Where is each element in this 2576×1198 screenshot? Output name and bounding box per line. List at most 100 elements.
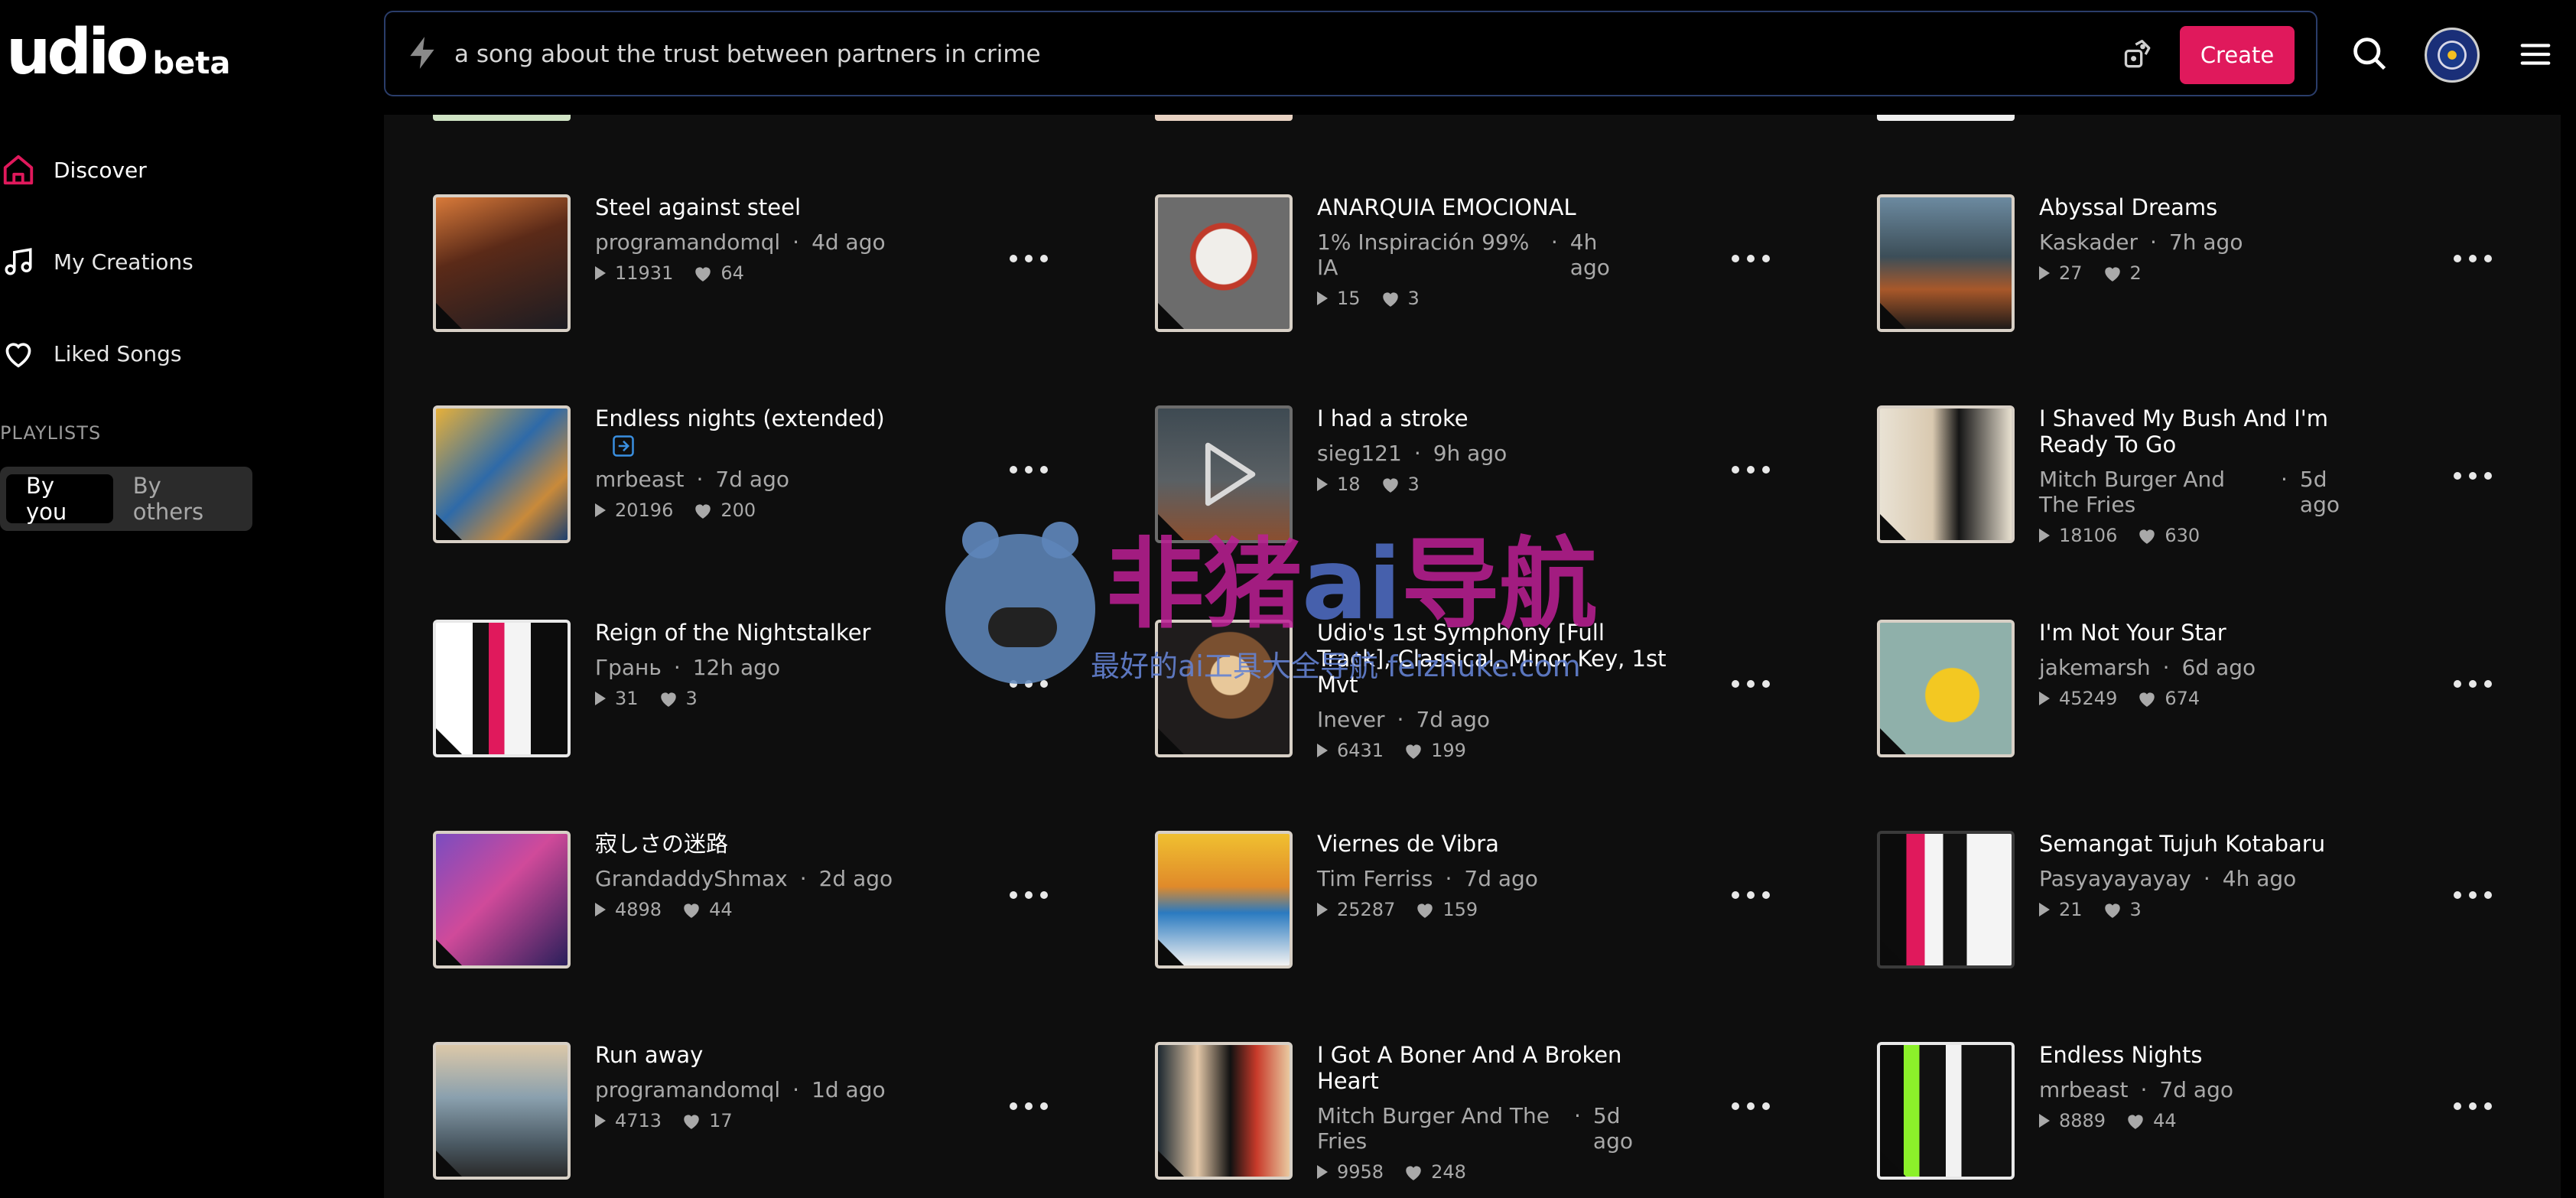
cover-art[interactable] [1877, 620, 2015, 757]
play-icon [1317, 744, 1328, 757]
more-options-button[interactable] [1010, 887, 1048, 903]
artist-name[interactable]: mrbeast [2039, 1077, 2129, 1102]
artist-name[interactable]: Tim Ferriss [1317, 866, 1433, 891]
cover-art[interactable] [433, 831, 571, 968]
by-you-button[interactable]: By you [6, 473, 113, 525]
song-title[interactable]: Endless nights (extended) [595, 405, 885, 431]
more-options-button[interactable] [1732, 462, 1770, 477]
song-title[interactable]: I Shaved My Bush And I'm Ready To Go [2039, 405, 2376, 457]
more-options-button[interactable] [2454, 1099, 2492, 1114]
cover-art[interactable] [433, 194, 571, 332]
sidebar-item-my-creations[interactable]: My Creations [0, 239, 194, 285]
more-options-button[interactable] [2454, 676, 2492, 692]
artist-name[interactable]: programandomql [595, 1077, 780, 1102]
song-card[interactable]: Endless nights (extended) mrbeast · 7d ago… [384, 405, 1088, 551]
cover-art[interactable] [433, 405, 571, 543]
song-card[interactable]: I had a stroke sieg121 · 9h ago 18 3 [1106, 405, 1810, 551]
more-options-button[interactable] [1010, 251, 1048, 266]
search-icon[interactable] [2350, 34, 2392, 77]
cover-art[interactable] [1155, 1042, 1293, 1180]
song-card[interactable]: I'm Not Your Star jakemarsh · 6d ago 45249… [1828, 620, 2532, 765]
song-age: 5d ago [2299, 467, 2340, 517]
extended-track-icon[interactable] [612, 435, 635, 457]
artist-name[interactable]: GrandaddyShmax [595, 866, 788, 891]
heart-icon [695, 267, 711, 282]
heart-icon [2139, 692, 2155, 707]
more-options-button[interactable] [1010, 1099, 1048, 1114]
song-card[interactable]: Run away programandomql · 1d ago 4713 17 [384, 1042, 1088, 1187]
artist-name[interactable]: mrbeast [595, 467, 685, 492]
artist-name[interactable]: Inever [1317, 707, 1385, 732]
song-card[interactable]: Semangat Tujuh Kotabaru Pasyayayayay · 4h … [1828, 831, 2532, 976]
song-card[interactable]: Udio's 1st Symphony [Full Track], Classi… [1106, 620, 1810, 765]
home-icon [0, 151, 37, 188]
song-card[interactable]: I Shaved My Bush And I'm Ready To Go Mit… [1828, 405, 2532, 551]
song-title[interactable]: Reign of the Nightstalker [595, 620, 916, 646]
prompt-box: Create [384, 11, 2317, 96]
more-options-button[interactable] [1010, 462, 1048, 477]
song-title[interactable]: ANARQUIA EMOCIONAL [1317, 194, 1638, 220]
song-title[interactable]: Run away [595, 1042, 916, 1068]
song-title[interactable]: I Got A Boner And A Broken Heart [1317, 1042, 1677, 1094]
song-title[interactable]: I had a stroke [1317, 405, 1638, 431]
song-title[interactable]: I'm Not Your Star [2039, 620, 2360, 646]
cover-art[interactable] [1877, 194, 2015, 332]
sidebar-item-liked-songs[interactable]: Liked Songs [0, 330, 182, 376]
cover-art[interactable] [1877, 831, 2015, 968]
song-title[interactable]: Steel against steel [595, 194, 916, 220]
song-title[interactable]: Abyssal Dreams [2039, 194, 2360, 220]
cover-art[interactable] [1155, 620, 1293, 757]
artist-name[interactable]: jakemarsh [2039, 655, 2151, 680]
sidebar-item-discover[interactable]: Discover [0, 147, 147, 193]
cover-art[interactable] [433, 620, 571, 757]
artist-name[interactable]: Mitch Burger And The Fries [1317, 1103, 1562, 1154]
cover-art[interactable] [1877, 1042, 2015, 1180]
song-card[interactable]: Abyssal Dreams Kaskader · 7h ago 27 2 [1828, 194, 2532, 340]
song-title[interactable]: Semangat Tujuh Kotabaru [2039, 831, 2360, 857]
song-title[interactable]: 寂しさの迷路 [595, 831, 916, 857]
create-button[interactable]: Create [2180, 26, 2295, 84]
sidebar-item-label: Discover [54, 157, 147, 183]
more-options-button[interactable] [2454, 887, 2492, 903]
prompt-input[interactable] [453, 28, 1986, 81]
song-card[interactable]: Reign of the Nightstalker Грань · 12h ago … [384, 620, 1088, 765]
more-options-button[interactable] [1732, 251, 1770, 266]
heart-icon [695, 504, 711, 519]
cover-art[interactable] [433, 1042, 571, 1180]
more-options-button[interactable] [2454, 468, 2492, 483]
more-options-button[interactable] [1732, 1099, 1770, 1114]
hamburger-menu-icon[interactable] [2518, 37, 2556, 75]
more-options-button[interactable] [1010, 676, 1048, 692]
song-title[interactable]: Udio's 1st Symphony [Full Track], Classi… [1317, 620, 1669, 698]
cover-art[interactable] [1877, 405, 2015, 543]
song-card[interactable]: 寂しさの迷路 GrandaddyShmax · 2d ago 4898 44 [384, 831, 1088, 976]
artist-name[interactable]: Kaskader [2039, 230, 2138, 255]
song-card[interactable]: Steel against steel programandomql · 4d ag… [384, 194, 1088, 340]
by-others-button[interactable]: By others [113, 473, 246, 525]
heart-icon [1406, 1166, 1421, 1180]
artist-name[interactable]: programandomql [595, 230, 780, 255]
artist-name[interactable]: sieg121 [1317, 441, 1402, 466]
cover-art[interactable] [1155, 831, 1293, 968]
more-options-button[interactable] [1732, 887, 1770, 903]
like-count: 200 [720, 500, 756, 521]
more-options-button[interactable] [2454, 251, 2492, 266]
artist-name[interactable]: Pasyayayayay [2039, 866, 2191, 891]
cover-art[interactable] [1155, 194, 1293, 332]
artist-name[interactable]: Mitch Burger And The Fries [2039, 467, 2269, 517]
song-title[interactable]: Endless Nights [2039, 1042, 2360, 1068]
dice-icon[interactable] [2122, 38, 2158, 75]
artist-name[interactable]: Грань [595, 655, 662, 680]
song-title[interactable]: Viernes de Vibra [1317, 831, 1638, 857]
more-options-button[interactable] [1732, 676, 1770, 692]
cover-art[interactable] [1155, 405, 1293, 543]
song-card[interactable]: Endless Nights mrbeast · 7d ago 8889 44 [1828, 1042, 2532, 1187]
logo[interactable]: udio beta [6, 21, 230, 84]
previous-row-thumb [1155, 115, 1293, 121]
avatar[interactable] [2425, 28, 2480, 83]
song-card[interactable]: I Got A Boner And A Broken Heart Mitch B… [1106, 1042, 1810, 1187]
song-card[interactable]: Viernes de Vibra Tim Ferriss · 7d ago 2528… [1106, 831, 1810, 976]
song-card[interactable]: ANARQUIA EMOCIONAL 1% Inspiración 99% IA… [1106, 194, 1810, 340]
heart-icon [1417, 903, 1433, 918]
artist-name[interactable]: 1% Inspiración 99% IA [1317, 230, 1539, 280]
